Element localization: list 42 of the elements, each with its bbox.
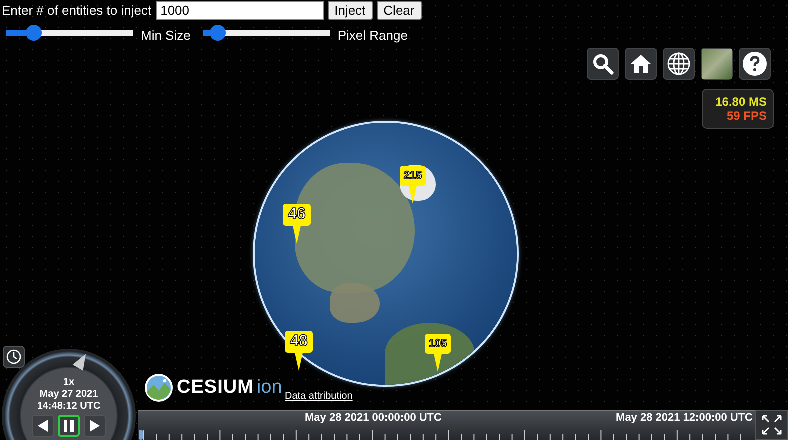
cesium-logo-icon [144, 373, 174, 403]
frame-time: 16.80 MS [716, 95, 767, 109]
time-marker[interactable] [139, 430, 143, 440]
timeline-label: May 28 2021 12:00:00 UTC [616, 412, 753, 424]
aerial-photo-placeholder [702, 49, 732, 79]
inject-label: Enter # of entities to inject [2, 3, 152, 18]
fps-counter: 59 FPS [726, 109, 767, 123]
action-button[interactable]: Clear [376, 1, 422, 20]
slider-label: Min Size [141, 28, 191, 43]
speed-label: 1x [63, 377, 75, 389]
timeline[interactable]: May 28 2021 00:00:00 UTC May 28 2021 12:00:00 UTC [138, 410, 755, 440]
time-label: 14:48:12 UTC [37, 401, 101, 413]
logo-suffix: ion [256, 377, 282, 399]
home-icon [630, 53, 652, 75]
play-icon [89, 419, 101, 433]
play-button[interactable] [84, 415, 106, 437]
search-button[interactable] [587, 48, 619, 80]
animation-dial[interactable]: 1x May 27 2021 14:48:12 UTC [2, 349, 136, 440]
data-attribution-link[interactable]: Data attribution [285, 391, 353, 402]
help-icon [742, 51, 768, 77]
clock-icon [6, 349, 22, 365]
action-button[interactable]: Inject [328, 1, 373, 20]
pause-icon [63, 419, 75, 433]
search-icon [592, 53, 614, 75]
slider-thumb[interactable] [26, 25, 42, 41]
reverse-button[interactable] [32, 415, 54, 437]
play-reverse-icon [37, 419, 49, 433]
globe-icon [667, 52, 691, 76]
entity-count-input[interactable]: 1000 [156, 1, 324, 20]
pause-button[interactable] [58, 415, 80, 437]
home-button[interactable] [625, 48, 657, 80]
fullscreen-icon [760, 414, 782, 436]
help-button[interactable] [739, 48, 771, 80]
clock-button[interactable] [3, 346, 25, 368]
imagery-button[interactable] [701, 48, 733, 80]
globe-button[interactable] [663, 48, 695, 80]
slider-label: Pixel Range [338, 28, 408, 43]
slider-thumb[interactable] [210, 25, 226, 41]
fullscreen-button[interactable] [755, 410, 788, 440]
logo-wordmark: CESIUM [177, 377, 254, 399]
date-label: May 27 2021 [40, 389, 98, 401]
timeline-label: May 28 2021 00:00:00 UTC [305, 412, 442, 424]
